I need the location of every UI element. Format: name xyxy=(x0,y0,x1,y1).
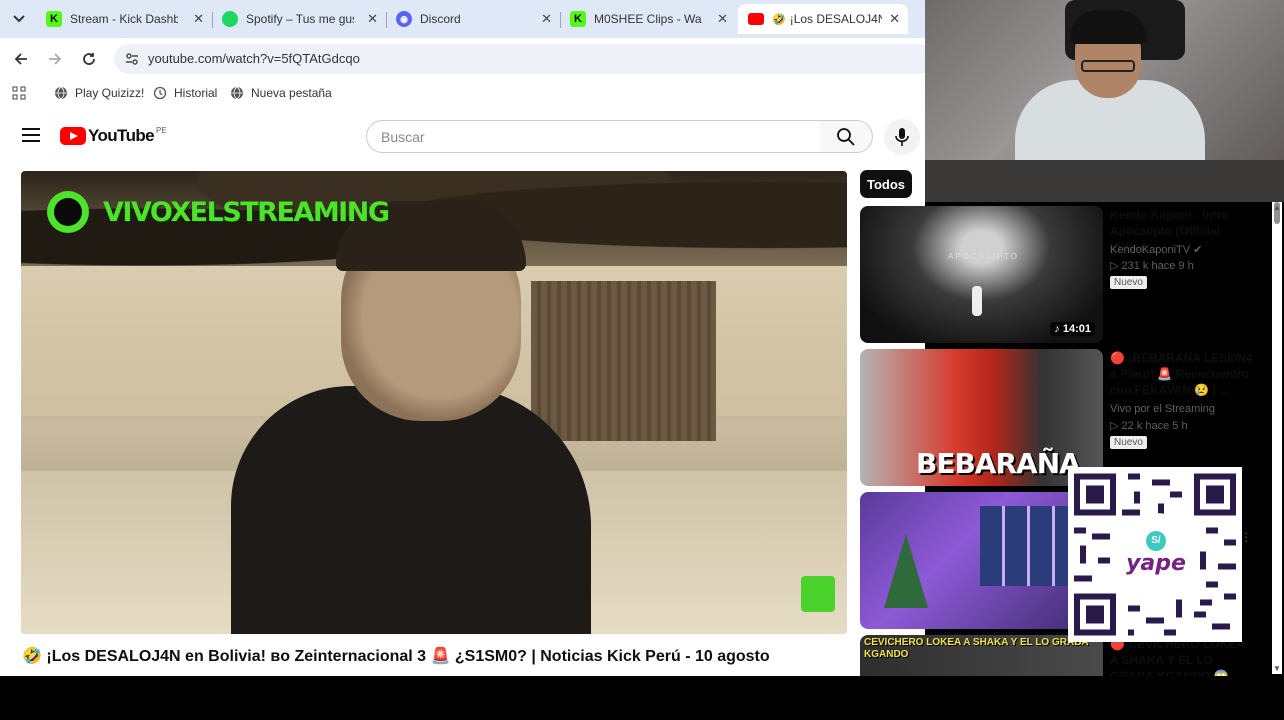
recommendation-thumbnail[interactable]: APOCALIPTO ♪ 14:01 xyxy=(860,206,1103,343)
search-placeholder: Buscar xyxy=(381,129,425,145)
logo-text: YouTube xyxy=(88,126,155,145)
new-badge: Nuevo xyxy=(1110,436,1147,449)
channel-watermark: VIVOXELSTREAMING xyxy=(47,191,390,233)
kick-logo-icon xyxy=(801,576,835,612)
watermark-text: VIVOXELSTREAMING xyxy=(103,196,390,228)
channel-name[interactable]: KendoKaponiTV ✔ xyxy=(1110,243,1202,256)
thumbnail-figure xyxy=(972,286,982,316)
video-player[interactable]: VIVOXELSTREAMING xyxy=(21,171,847,634)
address-toolbar: youtube.com/watch?v=5fQTAtGdcqo xyxy=(0,38,925,80)
video-frame-person xyxy=(231,386,591,634)
microphone-icon xyxy=(895,128,909,146)
history-icon xyxy=(153,86,167,100)
recommendation-title[interactable]: 🔴 ¡BEBARAÑA LESI0N4 a Piero! 🚨 Reencuent… xyxy=(1110,350,1255,398)
recommendation-thumbnail[interactable]: 3 xyxy=(860,492,1103,629)
bookmark-play-quizizz[interactable]: Play Quizizz! xyxy=(54,86,144,100)
webcam-hair xyxy=(1070,10,1146,44)
webcam-overlay xyxy=(925,0,1284,202)
site-settings-icon[interactable] xyxy=(124,51,140,67)
yape-qr-code: S/ yape xyxy=(1068,467,1242,642)
scroll-up-icon[interactable]: ▲ xyxy=(1273,203,1281,212)
arrow-left-icon xyxy=(14,53,27,65)
christmas-tree-icon xyxy=(884,534,928,608)
discord-icon: ◉ xyxy=(396,11,412,27)
bookmarks-bar: Play Quizizz! Historial Nueva pestaña xyxy=(0,80,925,108)
globe-icon xyxy=(231,86,243,100)
search-input[interactable]: Buscar xyxy=(366,120,821,153)
video-title: 🤣 ¡Los DESALOJ4N en Bolivia! ʙᴏ Zeintern… xyxy=(22,648,770,665)
tab-kick-dashboard[interactable]: K Stream - Kick Dashbo ✕ xyxy=(36,4,212,34)
video-frame-door xyxy=(531,281,716,441)
view-count: ▷ 231 k hace 9 h xyxy=(1110,260,1194,272)
tab-label: ¡Los DESALOJ4N xyxy=(789,12,882,26)
chevron-down-icon xyxy=(13,15,25,23)
thumbnail-text: APOCALIPTO xyxy=(948,252,1019,261)
tab-label: Spotify – Tus me gust xyxy=(246,12,354,26)
back-button[interactable] xyxy=(10,48,32,70)
recommendation-thumbnail[interactable]: CEVICHERO LOKEA A SHAKA Y EL LO GRABA KG… xyxy=(860,635,1103,676)
forward-button[interactable] xyxy=(44,48,66,70)
thumbnail-text: BEBARAÑA xyxy=(916,447,1081,480)
view-count: ▷ 22 k hace 5 h xyxy=(1110,420,1188,432)
voice-search-button[interactable] xyxy=(884,119,920,155)
tab-label: Stream - Kick Dashbo xyxy=(70,12,178,26)
close-icon[interactable]: ✕ xyxy=(367,11,378,27)
new-badge: Nuevo xyxy=(1110,276,1147,289)
tab-label: M0SHEE Clips - Watc xyxy=(594,12,702,26)
close-icon[interactable]: ✕ xyxy=(717,11,728,27)
apps-button[interactable] xyxy=(12,86,26,100)
youtube-icon xyxy=(748,13,764,25)
globe-icon xyxy=(55,86,67,100)
webcam-glasses xyxy=(1081,60,1135,72)
kick-icon: K xyxy=(570,11,586,27)
close-icon[interactable]: ✕ xyxy=(889,11,900,27)
recommendation-thumbnail[interactable]: BEBARAÑA xyxy=(860,349,1103,486)
bookmark-historial[interactable]: Historial xyxy=(153,86,217,100)
browser-window: K Stream - Kick Dashbo ✕ Spotify – Tus m… xyxy=(0,0,925,676)
close-icon[interactable]: ✕ xyxy=(193,11,204,27)
channel-name[interactable]: Vivo por el Streaming xyxy=(1110,403,1215,415)
spotify-icon xyxy=(222,11,238,27)
hamburger-menu-icon[interactable] xyxy=(22,128,40,142)
webcam-desk xyxy=(925,160,1284,202)
address-bar[interactable]: youtube.com/watch?v=5fQTAtGdcqo xyxy=(114,44,925,74)
reload-icon xyxy=(83,53,95,65)
tab-moshee-clips[interactable]: K M0SHEE Clips - Watc ✕ xyxy=(560,4,736,34)
kick-icon: K xyxy=(46,11,62,27)
thumbnail-text: CEVICHERO LOKEA A SHAKA Y EL LO GRABA KG… xyxy=(864,637,1089,660)
filter-chip-todos[interactable]: Todos xyxy=(860,170,912,198)
arrow-right-icon xyxy=(49,53,62,65)
search-icon xyxy=(837,127,855,146)
tab-youtube-active[interactable]: 🤣 ¡Los DESALOJ4N ✕ xyxy=(738,4,908,34)
emoji-icon: 🤣 xyxy=(772,13,786,26)
close-icon[interactable]: ✕ xyxy=(541,11,552,27)
tab-strip: K Stream - Kick Dashbo ✕ Spotify – Tus m… xyxy=(0,0,925,38)
yape-logo: S/ yape xyxy=(1116,513,1196,593)
bookmark-nueva-pestana[interactable]: Nueva pestaña xyxy=(230,86,332,100)
tab-spotify[interactable]: Spotify – Tus me gust ✕ xyxy=(212,4,386,34)
youtube-play-icon xyxy=(60,127,86,145)
sidebar-scrollbar-track[interactable] xyxy=(1272,202,1282,674)
tab-label: Discord xyxy=(420,12,461,26)
bookmark-label: Play Quizizz! xyxy=(75,86,145,100)
yape-brand-text: yape xyxy=(1126,550,1186,576)
apps-grid-icon xyxy=(12,86,26,100)
tab-discord[interactable]: ◉ Discord ✕ xyxy=(386,4,560,34)
tab-search-button[interactable] xyxy=(6,6,32,32)
country-code: PE xyxy=(156,125,167,135)
scroll-down-icon[interactable]: ▼ xyxy=(1273,664,1281,673)
screen: K Stream - Kick Dashbo ✕ Spotify – Tus m… xyxy=(0,0,1284,720)
youtube-logo[interactable]: YouTube PE xyxy=(60,126,167,146)
bookmark-label: Nueva pestaña xyxy=(251,86,332,100)
bookmark-label: Historial xyxy=(174,86,218,100)
watermark-logo-icon xyxy=(47,191,89,233)
reload-button[interactable] xyxy=(78,48,100,70)
youtube-page: YouTube PE Buscar VIVOXELSTREAMING 🤣 ¡Lo… xyxy=(0,108,925,676)
thumbnail-window xyxy=(980,506,1080,586)
video-duration: ♪ 14:01 xyxy=(1050,322,1095,336)
yape-currency-badge: S/ xyxy=(1146,530,1166,551)
url-text[interactable]: youtube.com/watch?v=5fQTAtGdcqo xyxy=(148,51,360,66)
search-button[interactable] xyxy=(820,120,873,153)
